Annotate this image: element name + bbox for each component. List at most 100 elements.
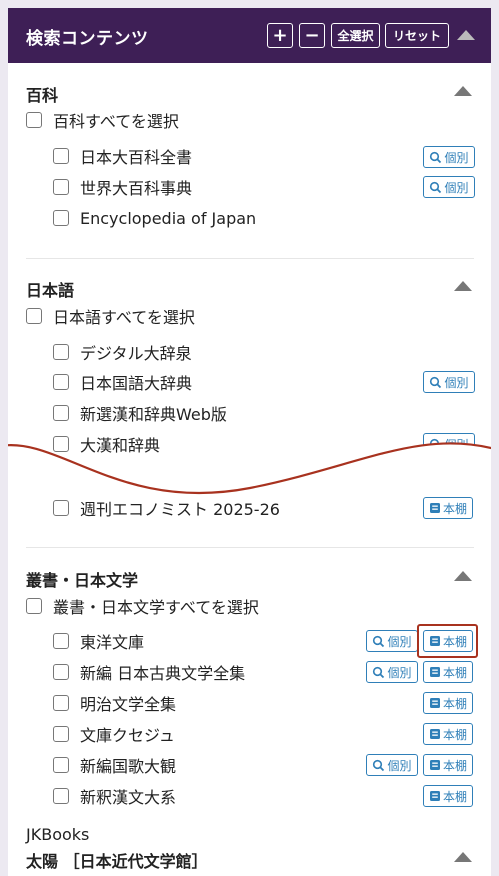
kobetsu-search-button[interactable]: 個別 — [366, 630, 418, 652]
kobetsu-search-button[interactable]: 個別 — [423, 371, 475, 393]
hondana-button[interactable]: 本棚 — [423, 723, 473, 745]
item-label: 文庫クセジュ — [80, 726, 175, 745]
checkbox[interactable] — [26, 112, 42, 128]
tag-label: 本棚 — [442, 758, 467, 773]
list-item[interactable]: 日本大百科全書 — [53, 145, 192, 167]
item-label: 世界大百科事典 — [80, 179, 193, 198]
book-icon — [429, 790, 441, 802]
kobetsu-search-button[interactable]: 個別 — [423, 176, 475, 198]
hondana-button[interactable]: 本棚 — [423, 497, 473, 519]
tag-label: 個別 — [444, 180, 469, 195]
hondana-button[interactable]: 本棚 — [423, 630, 473, 652]
kobetsu-search-button[interactable]: 個別 — [366, 754, 418, 776]
checkbox[interactable] — [26, 598, 42, 614]
list-item[interactable]: 文庫クセジュ — [53, 723, 175, 745]
tag-label: 本棚 — [442, 696, 467, 711]
hondana-button[interactable]: 本棚 — [423, 785, 473, 807]
tag-label: 本棚 — [442, 665, 467, 680]
book-icon — [429, 697, 441, 709]
section-collapse-icon[interactable] — [454, 86, 472, 96]
tag-label: 個別 — [444, 375, 469, 390]
hondana-button[interactable]: 本棚 — [423, 661, 473, 683]
list-item[interactable]: 東洋文庫 — [53, 630, 144, 652]
list-item[interactable]: 週刊エコノミスト 2025-26 — [53, 497, 280, 519]
checkbox[interactable] — [53, 788, 69, 804]
tag-label: 本棚 — [442, 501, 467, 516]
checkbox[interactable] — [53, 374, 69, 390]
hondana-button[interactable]: 本棚 — [423, 692, 473, 714]
book-icon — [429, 728, 441, 740]
select-all-row[interactable]: 日本語すべてを選択 — [26, 305, 195, 327]
item-label: 日本国語大辞典 — [80, 374, 193, 393]
checkbox[interactable] — [53, 664, 69, 680]
list-item[interactable]: 新編 日本古典文学全集 — [53, 661, 245, 683]
section-collapse-icon[interactable] — [454, 571, 472, 581]
divider — [26, 547, 474, 548]
item-label: 新編 日本古典文学全集 — [80, 664, 246, 683]
item-label: 新編国歌大観 — [80, 757, 177, 776]
tag-label: 個別 — [387, 634, 412, 649]
select-all-label: 百科すべてを選択 — [53, 112, 179, 131]
item-label: 新釈漢文大系 — [80, 788, 177, 807]
hondana-button[interactable]: 本棚 — [423, 754, 473, 776]
tag-label: 本棚 — [442, 634, 467, 649]
checkbox[interactable] — [53, 726, 69, 742]
kobetsu-search-button[interactable]: 個別 — [423, 146, 475, 168]
list-item[interactable]: 新選漢和辞典Web版 — [53, 402, 227, 424]
checkbox[interactable] — [26, 308, 42, 324]
search-icon — [429, 376, 442, 389]
section-title-nihongo: 日本語 — [26, 281, 75, 300]
panel-title: 検索コンテンツ — [26, 29, 149, 49]
section-collapse-icon[interactable] — [454, 281, 472, 291]
divider — [26, 258, 474, 259]
checkbox[interactable] — [53, 633, 69, 649]
list-item[interactable]: Encyclopedia of Japan — [53, 207, 256, 229]
select-all-row[interactable]: 百科すべてを選択 — [26, 109, 179, 131]
select-all-button[interactable]: 全選択 — [331, 23, 380, 48]
item-label: Encyclopedia of Japan — [80, 208, 257, 228]
list-item[interactable]: 日本国語大辞典 — [53, 371, 192, 393]
collapse-all-button[interactable]: − — [299, 23, 325, 48]
search-icon — [372, 635, 385, 648]
checkbox[interactable] — [53, 179, 69, 195]
list-item[interactable]: 新編国歌大観 — [53, 754, 176, 776]
section-collapse-icon[interactable] — [454, 852, 472, 862]
book-icon — [429, 502, 441, 514]
kobetsu-search-button[interactable]: 個別 — [366, 661, 418, 683]
list-item[interactable]: 新釈漢文大系 — [53, 785, 176, 807]
select-all-row[interactable]: 叢書・日本文学すべてを選択 — [26, 595, 259, 617]
item-label: 日本大百科全書 — [80, 148, 193, 167]
section-title-sosho: 叢書・日本文学 — [26, 571, 139, 590]
panel-collapse-icon[interactable] — [457, 30, 475, 40]
checkbox[interactable] — [53, 344, 69, 360]
list-item[interactable]: 世界大百科事典 — [53, 176, 192, 198]
tag-label: 本棚 — [442, 727, 467, 742]
section-title-hyakka: 百科 — [26, 86, 59, 105]
tag-label: 本棚 — [442, 789, 467, 804]
item-label: 新選漢和辞典Web版 — [80, 405, 227, 424]
select-all-label: 叢書・日本文学すべてを選択 — [53, 598, 259, 617]
search-icon — [429, 181, 442, 194]
item-label: 週刊エコノミスト 2025-26 — [80, 500, 280, 519]
item-label: 東洋文庫 — [80, 633, 145, 652]
search-icon — [372, 666, 385, 679]
search-icon — [372, 759, 385, 772]
search-icon — [429, 151, 442, 164]
tag-label: 個別 — [387, 665, 412, 680]
tag-label: 個別 — [444, 150, 469, 165]
item-label: 明治文学全集 — [80, 695, 177, 714]
checkbox[interactable] — [53, 405, 69, 421]
tag-label: 個別 — [387, 758, 412, 773]
checkbox[interactable] — [53, 695, 69, 711]
checkbox[interactable] — [53, 210, 69, 226]
expand-all-button[interactable]: + — [267, 23, 293, 48]
search-content-panel: 検索コンテンツ + − 全選択 リセット 百科 百科すべてを選択 日本大百科全書… — [8, 8, 491, 876]
reset-button[interactable]: リセット — [385, 23, 449, 48]
list-item[interactable]: 明治文学全集 — [53, 692, 176, 714]
section-title-taiyo: 太陽 ［日本近代文学館］ — [26, 852, 208, 871]
checkbox[interactable] — [53, 500, 69, 516]
panel-header: 検索コンテンツ + − 全選択 リセット — [8, 8, 491, 63]
checkbox[interactable] — [53, 757, 69, 773]
checkbox[interactable] — [53, 148, 69, 164]
list-item[interactable]: デジタル大辞泉 — [53, 341, 192, 363]
